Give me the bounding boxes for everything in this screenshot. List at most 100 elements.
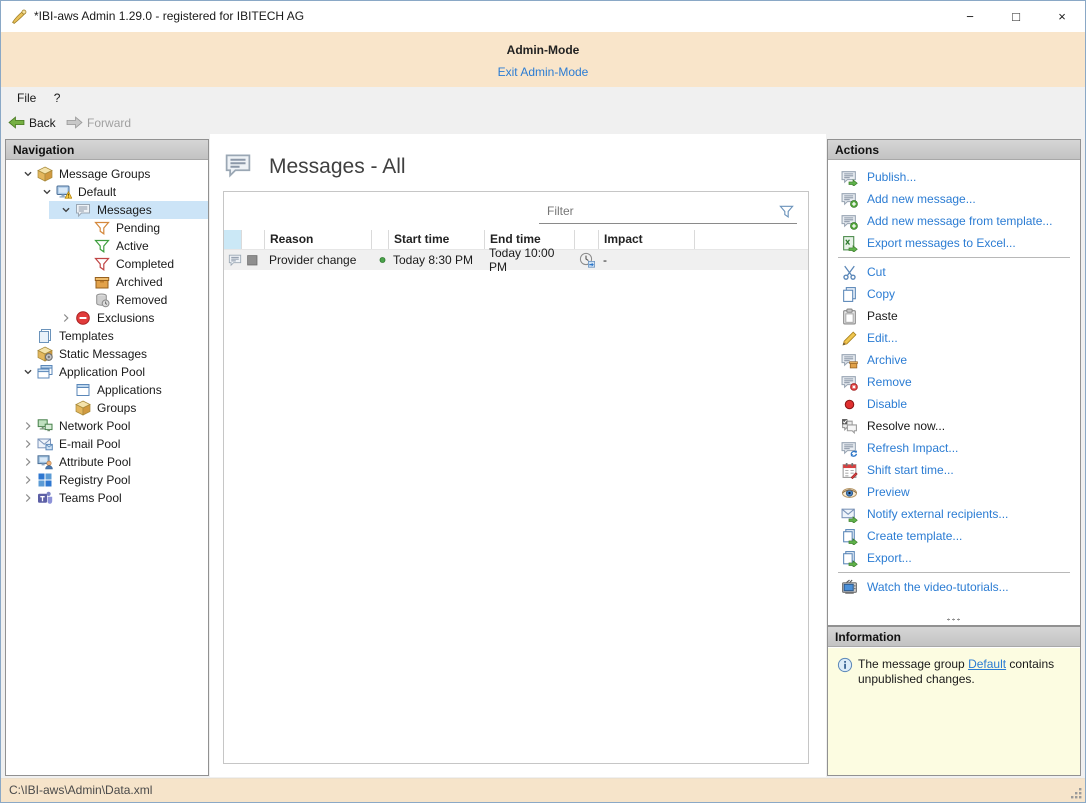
action-remove[interactable]: Remove (828, 371, 1080, 393)
add-message-template-icon (841, 213, 858, 230)
tree-item-message-groups[interactable]: Message Groups (6, 165, 208, 183)
forward-button: Forward (66, 110, 131, 135)
tree-item-default[interactable]: Default (6, 183, 208, 201)
menu-bar: File ? (1, 87, 1085, 110)
admin-mode-banner: Admin-Mode Exit Admin-Mode (1, 32, 1085, 87)
header-type-column (242, 230, 265, 249)
chevron-down-icon[interactable] (57, 202, 75, 218)
filter-funnel-icon[interactable] (779, 204, 794, 219)
navigation-panel-header: Navigation (6, 140, 208, 160)
page-title: Messages - All (269, 155, 406, 179)
tree-item-application-pool[interactable]: Application Pool (6, 363, 208, 381)
action-preview[interactable]: Preview (828, 481, 1080, 503)
menu-file[interactable]: File (10, 87, 43, 110)
chevron-right-icon[interactable] (19, 436, 37, 452)
maximize-button[interactable]: □ (993, 1, 1039, 32)
action-archive[interactable]: Archive (828, 349, 1080, 371)
tree-item-email-pool[interactable]: E-mail Pool (6, 435, 208, 453)
tree-item-exclusions[interactable]: Exclusions (6, 309, 208, 327)
header-reason[interactable]: Reason (265, 230, 372, 249)
chevron-down-icon[interactable] (38, 184, 56, 200)
header-start-time[interactable]: Start time (389, 230, 485, 249)
chevron-down-icon[interactable] (19, 364, 37, 380)
message-group-warning-icon (56, 184, 72, 200)
active-funnel-icon (94, 238, 110, 254)
forward-arrow-icon (66, 114, 83, 131)
resize-grip[interactable] (1070, 787, 1083, 800)
action-resolve-now: Resolve now... (828, 415, 1080, 437)
action-disable[interactable]: Disable (828, 393, 1080, 415)
tree-item-archived[interactable]: Archived (6, 273, 208, 291)
envelope-send-icon (841, 506, 858, 523)
action-notify-external-recipients[interactable]: Notify external recipients... (828, 503, 1080, 525)
minimize-button[interactable]: − (947, 1, 993, 32)
menu-help[interactable]: ? (47, 87, 68, 110)
eye-icon (841, 484, 858, 501)
tree-item-teams-pool[interactable]: Teams Pool (6, 489, 208, 507)
action-shift-start-time[interactable]: Shift start time... (828, 459, 1080, 481)
chevron-down-icon[interactable] (19, 166, 37, 182)
email-pool-icon (37, 436, 53, 452)
action-add-new-message[interactable]: Add new message... (828, 188, 1080, 210)
filter-box (539, 198, 797, 224)
action-export-to-excel[interactable]: Export messages to Excel... (828, 232, 1080, 254)
tree-item-network-pool[interactable]: Network Pool (6, 417, 208, 435)
message-groups-icon (37, 166, 53, 182)
tree-item-applications[interactable]: Applications (6, 381, 208, 399)
tree-item-removed[interactable]: Removed (6, 291, 208, 309)
tree-item-completed[interactable]: Completed (6, 255, 208, 273)
archive-message-icon (841, 352, 858, 369)
add-message-icon (841, 191, 858, 208)
title-bar: *IBI-aws Admin 1.29.0 - registered for I… (1, 1, 1085, 32)
unpublished-flag-icon (246, 254, 259, 267)
cell-end-time: Today 10:00 PM (485, 246, 575, 274)
tree-item-templates[interactable]: Templates (6, 327, 208, 345)
clipboard-icon (841, 308, 858, 325)
action-copy[interactable]: Copy (828, 283, 1080, 305)
close-button[interactable]: × (1039, 1, 1085, 32)
filter-input[interactable] (539, 198, 797, 224)
back-button[interactable]: Back (8, 110, 56, 135)
groups-icon (75, 400, 91, 416)
main-content: Messages - All Reason Start time End tim… (210, 134, 826, 777)
chevron-right-icon[interactable] (57, 310, 75, 326)
default-group-link[interactable]: Default (968, 657, 1006, 671)
action-refresh-impact[interactable]: Refresh Impact... (828, 437, 1080, 459)
tree-item-pending[interactable]: Pending (6, 219, 208, 237)
header-impact-icon-column (575, 230, 599, 249)
export-icon (841, 550, 858, 567)
action-create-template[interactable]: Create template... (828, 525, 1080, 547)
header-impact[interactable]: Impact (599, 230, 695, 249)
panel-splitter-grip[interactable] (828, 615, 1080, 623)
chevron-right-icon[interactable] (19, 472, 37, 488)
tree-item-messages[interactable]: Messages (49, 201, 208, 219)
exit-admin-mode-link[interactable]: Exit Admin-Mode (498, 65, 589, 79)
chevron-right-icon[interactable] (19, 454, 37, 470)
action-export[interactable]: Export... (828, 547, 1080, 569)
tree-item-groups[interactable]: Groups (6, 399, 208, 417)
tree-item-registry-pool[interactable]: Registry Pool (6, 471, 208, 489)
actions-panel: Actions Publish... Add new message... Ad… (827, 139, 1081, 626)
chevron-right-icon[interactable] (19, 490, 37, 506)
refresh-impact-icon (841, 440, 858, 457)
cell-start-time: Today 8:30 PM (389, 253, 485, 267)
messages-page-icon (223, 151, 253, 179)
action-edit[interactable]: Edit... (828, 327, 1080, 349)
header-selection-column (224, 230, 242, 249)
action-cut[interactable]: Cut (828, 261, 1080, 283)
tree-item-attribute-pool[interactable]: Attribute Pool (6, 453, 208, 471)
remove-message-icon (841, 374, 858, 391)
chevron-right-icon[interactable] (19, 418, 37, 434)
exclusions-icon (75, 310, 91, 326)
application-pool-icon (37, 364, 53, 380)
copy-icon (841, 286, 858, 303)
tree-item-active[interactable]: Active (6, 237, 208, 255)
archive-box-icon (94, 274, 110, 290)
tree-item-static-messages[interactable]: Static Messages (6, 345, 208, 363)
attribute-pool-icon (37, 454, 53, 470)
message-row[interactable]: Provider change Today 8:30 PM Today 10:0… (224, 250, 808, 270)
action-publish[interactable]: Publish... (828, 166, 1080, 188)
action-add-message-from-template[interactable]: Add new message from template... (828, 210, 1080, 232)
action-watch-video-tutorials[interactable]: Watch the video-tutorials... (828, 576, 1080, 598)
resolve-icon (841, 418, 858, 435)
